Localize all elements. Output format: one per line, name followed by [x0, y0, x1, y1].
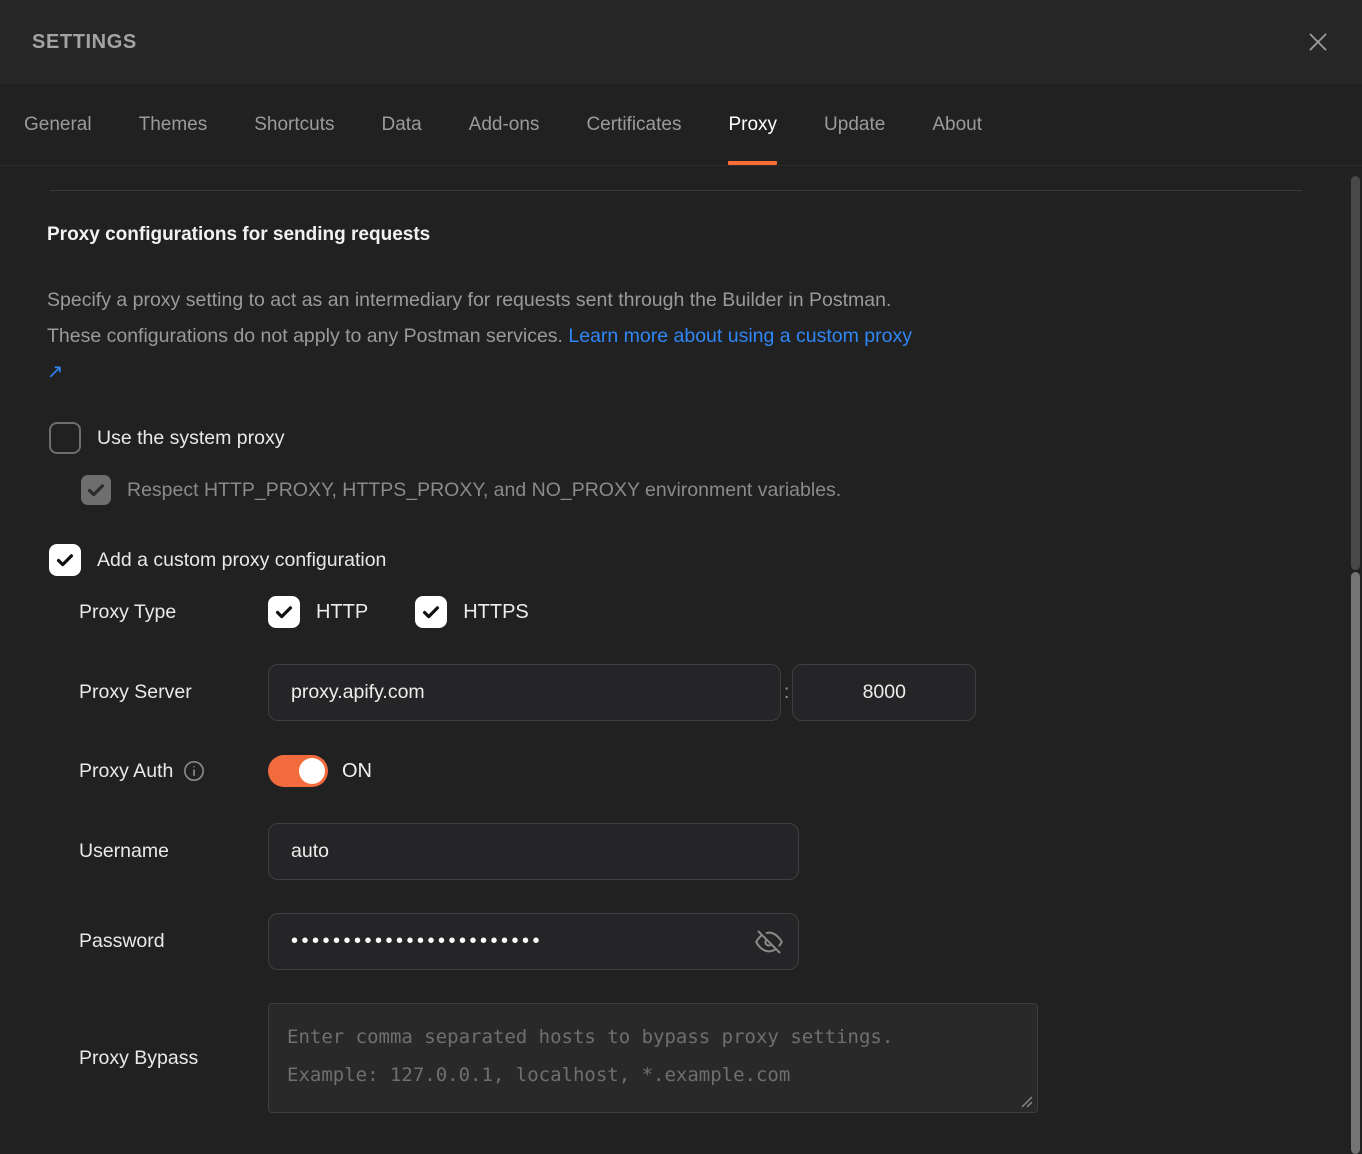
tab-add-ons[interactable]: Add-ons [469, 84, 540, 165]
respect-env-checkbox [81, 475, 111, 505]
toggle-knob [299, 758, 325, 784]
https-label: HTTPS [463, 601, 529, 624]
custom-proxy-label: Add a custom proxy configuration [97, 549, 386, 572]
custom-proxy-checkbox[interactable] [49, 544, 81, 576]
tab-data[interactable]: Data [382, 84, 422, 165]
proxy-host-input[interactable] [268, 664, 781, 721]
tab-proxy[interactable]: Proxy [728, 84, 777, 165]
username-input[interactable] [268, 823, 799, 880]
dialog-title: SETTINGS [32, 31, 137, 54]
proxy-bypass-textarea[interactable] [268, 1003, 1038, 1113]
respect-env-row: Respect HTTP_PROXY, HTTPS_PROXY, and NO_… [81, 475, 1362, 505]
proxy-auth-label-group: Proxy Auth [79, 760, 268, 783]
respect-env-label: Respect HTTP_PROXY, HTTPS_PROXY, and NO_… [127, 479, 841, 502]
custom-proxy-row: Add a custom proxy configuration [49, 544, 1362, 576]
proxy-server-label: Proxy Server [79, 681, 268, 704]
section-description: Specify a proxy setting to act as an int… [47, 282, 927, 390]
tab-shortcuts[interactable]: Shortcuts [254, 84, 334, 165]
proxy-port-input[interactable] [792, 664, 976, 721]
password-row: Password [79, 913, 1362, 970]
learn-more-link-text: Learn more about using a custom proxy [568, 325, 912, 347]
tab-certificates[interactable]: Certificates [586, 84, 681, 165]
info-icon[interactable] [183, 760, 205, 782]
password-field-wrap [268, 913, 799, 970]
proxy-type-https-group: HTTPS [415, 596, 529, 628]
proxy-server-row: Proxy Server : [79, 664, 1362, 721]
scrollbar-thumb-upper[interactable] [1351, 176, 1360, 570]
tab-themes[interactable]: Themes [139, 84, 208, 165]
proxy-auth-row: Proxy Auth ON [79, 755, 1362, 787]
tab-update[interactable]: Update [824, 84, 885, 165]
use-system-proxy-label: Use the system proxy [97, 427, 284, 450]
proxy-type-http-group: HTTP [268, 596, 368, 628]
eye-off-icon [755, 928, 783, 956]
section-title: Proxy configurations for sending request… [47, 224, 1362, 246]
checkmark-icon [85, 479, 107, 501]
external-link-arrow-icon: ↗ [47, 361, 63, 383]
proxy-bypass-row: Proxy Bypass [79, 1003, 1362, 1113]
proxy-auth-label: Proxy Auth [79, 760, 173, 783]
proxy-type-row: Proxy Type HTTP HTTPS [79, 596, 1362, 628]
http-label: HTTP [316, 601, 368, 624]
dialog-header: SETTINGS [0, 0, 1362, 84]
close-icon [1305, 29, 1331, 55]
settings-tabbar: General Themes Shortcuts Data Add-ons Ce… [0, 84, 1362, 166]
checkmark-icon [420, 601, 442, 623]
proxy-auth-toggle[interactable] [268, 755, 328, 787]
resize-handle-icon[interactable] [1019, 1094, 1033, 1108]
username-row: Username [79, 823, 1362, 880]
username-label: Username [79, 840, 268, 863]
use-system-proxy-checkbox[interactable] [49, 422, 81, 454]
proxy-auth-state: ON [342, 760, 372, 783]
password-label: Password [79, 930, 268, 953]
proxy-type-label: Proxy Type [79, 601, 268, 624]
scrollbar-thumb-lower[interactable] [1351, 572, 1360, 1154]
password-input[interactable] [268, 913, 799, 970]
proxy-bypass-label: Proxy Bypass [79, 1047, 268, 1070]
toggle-password-visibility-button[interactable] [753, 926, 785, 958]
tab-about[interactable]: About [932, 84, 982, 165]
host-port-separator: : [784, 682, 789, 704]
proxy-bypass-field-wrap [268, 1003, 1038, 1113]
checkmark-icon [273, 601, 295, 623]
use-system-proxy-row: Use the system proxy [49, 422, 1362, 454]
tab-general[interactable]: General [24, 84, 92, 165]
https-checkbox[interactable] [415, 596, 447, 628]
checkmark-icon [54, 549, 76, 571]
http-checkbox[interactable] [268, 596, 300, 628]
close-button[interactable] [1302, 26, 1334, 58]
content-divider [50, 190, 1302, 191]
